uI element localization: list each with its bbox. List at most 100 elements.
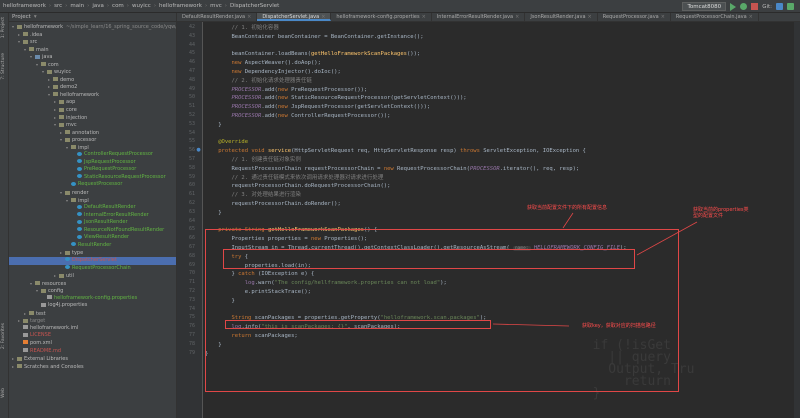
editor-tab[interactable]: DefaultResultRender.java ×	[177, 13, 258, 21]
code-editor[interactable]: if (!isGet || query Output, Tru return }…	[177, 22, 800, 418]
run-config-select[interactable]: Tomcat8080	[682, 2, 727, 11]
stop-icon[interactable]	[751, 3, 759, 10]
class-icon	[77, 227, 82, 232]
tree-item-label: mvc	[66, 122, 77, 129]
tree-item[interactable]: ▾ helloframework ~/simple_learn/16_spring_…	[9, 23, 176, 31]
tree-item[interactable]: ▾ com	[9, 61, 176, 69]
breadcrumb-item[interactable]: helloframework	[159, 3, 202, 9]
tree-item[interactable]: helloframework-config.properties	[9, 295, 176, 303]
class-icon	[71, 181, 76, 186]
tree-item[interactable]: ▸ test	[9, 310, 176, 318]
close-icon[interactable]: ×	[588, 14, 592, 20]
editor-tab[interactable]: RequestProcessorChain.java ×	[671, 13, 759, 21]
tree-item[interactable]: ▾ wuyicc	[9, 68, 176, 76]
folder-icon	[29, 311, 34, 316]
project-tool-tab[interactable]: 1: Project	[1, 17, 6, 38]
tree-item-label: InternalErrorResultRender	[84, 211, 149, 218]
tree-item[interactable]: ▸ aop	[9, 98, 176, 106]
run-icon[interactable]	[730, 2, 737, 11]
tree-item[interactable]: InternalErrorResultRender	[9, 212, 176, 220]
close-icon[interactable]: ×	[515, 14, 519, 20]
tree-item[interactable]: ▾ helloframework	[9, 91, 176, 99]
tree-item[interactable]: ▾ impl	[9, 144, 176, 152]
tree-item[interactable]: ▸ External Libraries	[9, 355, 176, 363]
tree-item[interactable]: ▸ util	[9, 272, 176, 280]
tree-item[interactable]: ResultRender	[9, 242, 176, 250]
tree-item[interactable]: LICENSE	[9, 332, 176, 340]
tree-item-label: helloframework	[24, 24, 64, 30]
git-update-icon[interactable]	[776, 3, 783, 10]
tree-item[interactable]: helloframework.iml	[9, 325, 176, 333]
tree-item-label: JsonResultRender	[84, 219, 128, 226]
tree-item[interactable]: DispatcherServlet	[9, 256, 176, 265]
tree-item[interactable]: PreRequestProcessor	[9, 166, 176, 174]
tree-item[interactable]: ▸ .idea	[9, 31, 176, 39]
tree-item[interactable]: JsonResultRender	[9, 219, 176, 227]
tree-item[interactable]: ▸ core	[9, 106, 176, 114]
tree-item[interactable]: ▸ target	[9, 317, 176, 325]
tree-item[interactable]: ▸ demo2	[9, 83, 176, 91]
tree-item-label: ControllerRequestProcessor	[84, 151, 153, 158]
breadcrumb-item[interactable]: DispatcherServlet	[230, 3, 279, 9]
tree-item[interactable]: ▸ demo	[9, 76, 176, 84]
tree-item[interactable]: ▸ type	[9, 249, 176, 257]
breadcrumb-separator-icon: ›	[48, 3, 52, 9]
tree-item-label: PreRequestProcessor	[84, 166, 137, 173]
tree-item[interactable]: ▸ injection	[9, 114, 176, 122]
project-panel-title[interactable]: Project	[12, 14, 31, 20]
tree-item[interactable]: ViewResultRender	[9, 234, 176, 242]
git-commit-icon[interactable]	[787, 3, 794, 10]
structure-tool-tab[interactable]: 7: Structure	[1, 53, 6, 80]
tree-item[interactable]: pom.xml	[9, 340, 176, 348]
file-icon	[23, 348, 28, 353]
editor-tab[interactable]: InternalErrorResultRender.java ×	[432, 13, 526, 21]
editor-tab-label: DispatcherServlet.java	[262, 14, 320, 20]
tree-item[interactable]: ▾ config	[9, 287, 176, 295]
close-icon[interactable]: ×	[749, 14, 753, 20]
tree-item[interactable]: ▸ Scratches and Consoles	[9, 363, 176, 371]
tree-item[interactable]: ▾ impl	[9, 197, 176, 205]
close-icon[interactable]: ×	[247, 14, 251, 20]
editor-tab[interactable]: DispatcherServlet.java ×	[257, 13, 332, 21]
close-icon[interactable]: ×	[321, 14, 325, 20]
web-tool-tab[interactable]: Web	[1, 388, 6, 398]
editor-tab[interactable]: helloframework-config.properties ×	[331, 13, 432, 21]
tree-item[interactable]: JspRequestProcessor	[9, 159, 176, 167]
tree-item[interactable]: RequestProcessor	[9, 181, 176, 189]
tree-item[interactable]: ▸ annotation	[9, 129, 176, 137]
tree-item[interactable]: ▾ processor	[9, 136, 176, 144]
tree-item[interactable]: ▾ render	[9, 189, 176, 197]
project-panel-header: Project ▾	[9, 13, 176, 22]
tree-item[interactable]: ▾ main	[9, 46, 176, 54]
breadcrumb-item[interactable]: com	[112, 3, 124, 9]
tree-item-label: core	[66, 107, 77, 114]
tree-item[interactable]: log4j.properties	[9, 302, 176, 310]
favorites-tool-tab[interactable]: 2: Favorites	[1, 323, 6, 349]
breadcrumb-item[interactable]: src	[54, 3, 62, 9]
right-scroll-strip[interactable]	[794, 22, 800, 418]
breadcrumb-item[interactable]: main	[70, 3, 84, 9]
tree-item[interactable]: ▾ java	[9, 53, 176, 61]
breadcrumb-item[interactable]: wuyicc	[132, 3, 151, 9]
tree-item-label: java	[42, 54, 53, 61]
breadcrumb-item[interactable]: mvc	[210, 3, 222, 9]
tree-item[interactable]: ▾ resources	[9, 280, 176, 288]
folder-icon	[41, 62, 46, 67]
tree-item[interactable]: ResourceNotFoundResultRender	[9, 227, 176, 235]
debug-icon[interactable]	[740, 3, 748, 10]
tree-item[interactable]: StaticResourceRequestProcessor	[9, 174, 176, 182]
chevron-down-icon[interactable]: ▾	[34, 14, 37, 20]
tree-item[interactable]: README.md	[9, 348, 176, 356]
tree-item[interactable]: RequestProcessorChain	[9, 265, 176, 273]
editor-tab[interactable]: RequestProcessor.java ×	[598, 13, 671, 21]
tree-item[interactable]: DefaultResultRender	[9, 204, 176, 212]
tree-item[interactable]: ▾ src	[9, 38, 176, 46]
close-icon[interactable]: ×	[661, 14, 665, 20]
editor-tab[interactable]: JsonResultRender.java ×	[525, 13, 598, 21]
folder-icon	[41, 288, 46, 293]
close-icon[interactable]: ×	[422, 14, 426, 20]
tree-item[interactable]: ▾ mvc	[9, 121, 176, 129]
breadcrumb-item[interactable]: java	[92, 3, 104, 9]
tree-item[interactable]: ControllerRequestProcessor	[9, 151, 176, 159]
breadcrumb-item[interactable]: helloframework	[3, 3, 46, 9]
